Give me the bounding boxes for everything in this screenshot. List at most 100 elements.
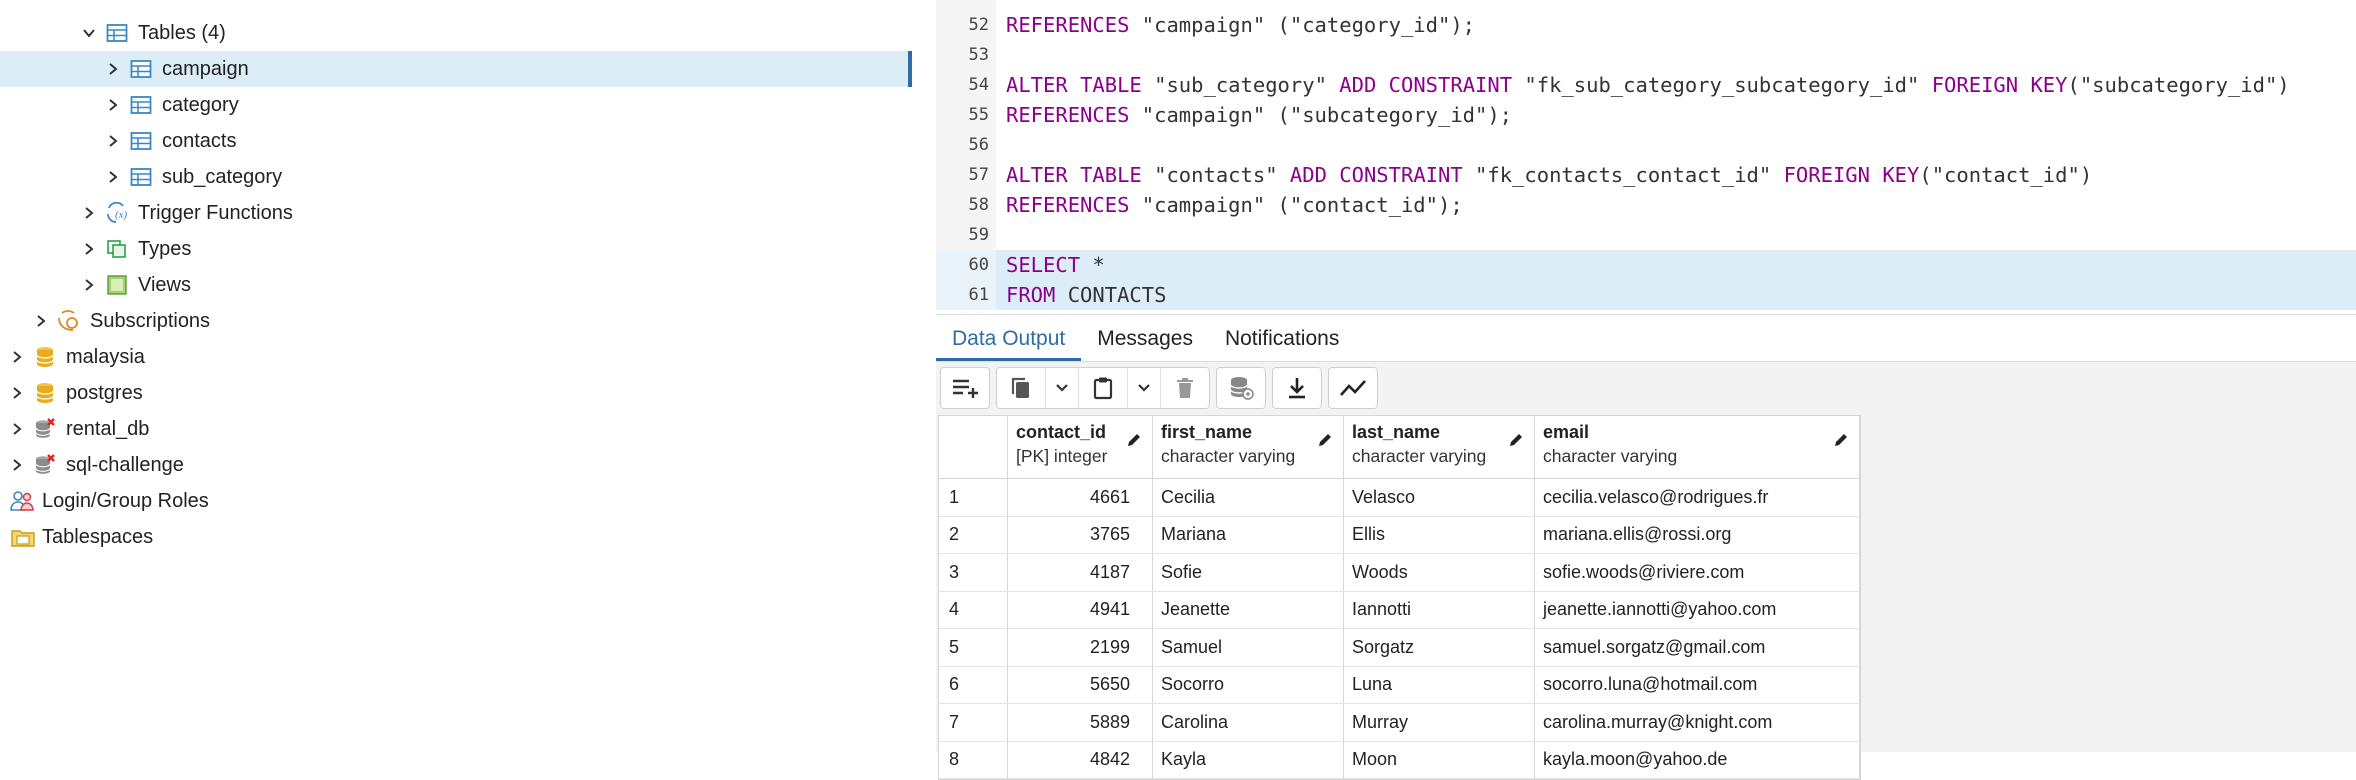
contact-id-cell[interactable]: 4187 bbox=[1007, 553, 1153, 592]
table-row[interactable]: 2 3765 Mariana Ellis mariana.ellis@rossi.org bbox=[939, 516, 1860, 554]
delete-button[interactable] bbox=[1161, 368, 1209, 408]
tab-notifications[interactable]: Notifications bbox=[1209, 317, 1355, 361]
chevron-right-icon[interactable] bbox=[6, 454, 28, 476]
last-name-cell[interactable]: Ellis bbox=[1343, 516, 1535, 554]
contact-id-cell[interactable]: 2199 bbox=[1007, 628, 1153, 667]
email-cell[interactable]: jeanette.iannotti@yahoo.com bbox=[1534, 591, 1860, 629]
row-number-cell[interactable]: 2 bbox=[939, 516, 1008, 554]
contact-id-cell[interactable]: 3765 bbox=[1007, 516, 1153, 554]
tree-item-subscriptions[interactable]: Subscriptions bbox=[0, 303, 912, 339]
tree-item-campaign[interactable]: campaign bbox=[0, 51, 912, 87]
tab-messages[interactable]: Messages bbox=[1081, 317, 1209, 361]
code-line-58[interactable]: 58 REFERENCES "campaign" ("contact_id"); bbox=[936, 190, 2356, 220]
copy-button[interactable] bbox=[997, 368, 1046, 408]
first-name-cell[interactable]: Mariana bbox=[1152, 516, 1344, 554]
row-number-cell[interactable]: 4 bbox=[939, 591, 1008, 629]
contact-id-cell[interactable]: 5889 bbox=[1007, 703, 1153, 742]
email-cell[interactable]: samuel.sorgatz@gmail.com bbox=[1534, 628, 1860, 667]
contact-id-cell[interactable]: 4842 bbox=[1007, 741, 1153, 779]
tree-item-sub-category[interactable]: sub_category bbox=[0, 159, 912, 195]
chevron-right-icon[interactable] bbox=[102, 58, 124, 80]
first-name-cell[interactable]: Sofie bbox=[1152, 553, 1344, 592]
table-row[interactable]: 4 4941 Jeanette Iannotti jeanette.iannotti@y… bbox=[939, 591, 1860, 629]
panel-splitter[interactable] bbox=[912, 0, 937, 751]
tree-item-types[interactable]: Types bbox=[0, 231, 912, 267]
tree-item-category[interactable]: category bbox=[0, 87, 912, 123]
code-line-54[interactable]: 54 ALTER TABLE "sub_category" ADD CONSTRA… bbox=[936, 70, 2356, 100]
row-number-cell[interactable]: 6 bbox=[939, 666, 1008, 704]
contact-id-cell[interactable]: 5650 bbox=[1007, 666, 1153, 704]
graph-visualiser-button[interactable] bbox=[1329, 368, 1377, 408]
code-line-60[interactable]: 60 SELECT * bbox=[936, 250, 2356, 280]
first-name-cell[interactable]: Cecilia bbox=[1152, 478, 1344, 517]
email-cell[interactable]: mariana.ellis@rossi.org bbox=[1534, 516, 1860, 554]
table-row[interactable]: 1 4661 Cecilia Velasco cecilia.velasco@rodri… bbox=[939, 478, 1860, 517]
first-name-cell[interactable]: Samuel bbox=[1152, 628, 1344, 667]
chevron-right-icon[interactable] bbox=[6, 346, 28, 368]
last-name-cell[interactable]: Iannotti bbox=[1343, 591, 1535, 629]
first-name-cell[interactable]: Socorro bbox=[1152, 666, 1344, 704]
last-name-cell[interactable]: Velasco bbox=[1343, 478, 1535, 517]
last-name-cell[interactable]: Sorgatz bbox=[1343, 628, 1535, 667]
contact-id-cell[interactable]: 4941 bbox=[1007, 591, 1153, 629]
row-number-cell[interactable]: 8 bbox=[939, 741, 1008, 779]
tree-item-tablespaces[interactable]: Tablespaces bbox=[0, 519, 912, 555]
table-row[interactable]: 3 4187 Sofie Woods sofie.woods@riviere.com bbox=[939, 553, 1860, 592]
code-line-53[interactable]: 53 bbox=[936, 40, 2356, 70]
tree-item-views[interactable]: Views bbox=[0, 267, 912, 303]
pencil-icon[interactable] bbox=[1317, 432, 1333, 448]
last-name-cell[interactable]: Luna bbox=[1343, 666, 1535, 704]
add-row-button[interactable] bbox=[941, 368, 989, 408]
save-data-button[interactable] bbox=[1217, 368, 1265, 408]
chevron-right-icon[interactable] bbox=[102, 94, 124, 116]
tree-item-postgres[interactable]: postgres bbox=[0, 375, 912, 411]
chevron-right-icon[interactable] bbox=[102, 130, 124, 152]
email-cell[interactable]: carolina.murray@knight.com bbox=[1534, 703, 1860, 742]
paste-button[interactable] bbox=[1079, 368, 1128, 408]
code-line-56[interactable]: 56 bbox=[936, 130, 2356, 160]
tree-item-malaysia[interactable]: malaysia bbox=[0, 339, 912, 375]
row-number-cell[interactable]: 3 bbox=[939, 553, 1008, 592]
email-cell[interactable]: sofie.woods@riviere.com bbox=[1534, 553, 1860, 592]
tab-data-output[interactable]: Data Output bbox=[936, 317, 1082, 361]
first-name-cell[interactable]: Carolina bbox=[1152, 703, 1344, 742]
chevron-right-icon[interactable] bbox=[6, 418, 28, 440]
table-row[interactable]: 7 5889 Carolina Murray carolina.murray@knigh… bbox=[939, 703, 1860, 742]
last-name-cell[interactable]: Woods bbox=[1343, 553, 1535, 592]
tree-item-login-group-roles[interactable]: Login/Group Roles bbox=[0, 483, 912, 519]
pencil-icon[interactable] bbox=[1833, 432, 1849, 448]
row-number-cell[interactable]: 7 bbox=[939, 703, 1008, 742]
code-line-52[interactable]: 52 REFERENCES "campaign" ("category_id"); bbox=[936, 10, 2356, 40]
row-number-cell[interactable]: 1 bbox=[939, 478, 1008, 517]
contact-id-cell[interactable]: 4661 bbox=[1007, 478, 1153, 517]
chevron-down-icon[interactable] bbox=[78, 22, 100, 44]
tree-item-contacts[interactable]: contacts bbox=[0, 123, 912, 159]
tree-item-trigger-functions[interactable]: (x) Trigger Functions bbox=[0, 195, 912, 231]
table-row[interactable]: 6 5650 Socorro Luna socorro.luna@hotmail.com bbox=[939, 666, 1860, 704]
tree-item-sql-challenge[interactable]: sql-challenge bbox=[0, 447, 912, 483]
pencil-icon[interactable] bbox=[1126, 432, 1142, 448]
download-button[interactable] bbox=[1273, 368, 1321, 408]
chevron-right-icon[interactable] bbox=[78, 238, 100, 260]
paste-options-button[interactable] bbox=[1128, 368, 1161, 408]
last-name-cell[interactable]: Moon bbox=[1343, 741, 1535, 779]
chevron-right-icon[interactable] bbox=[78, 202, 100, 224]
code-line-61[interactable]: 61 FROM CONTACTS bbox=[936, 280, 2356, 310]
row-number-cell[interactable]: 5 bbox=[939, 628, 1008, 667]
column-header-contact-id[interactable]: contact_id [PK] integer bbox=[1007, 416, 1153, 479]
tree-item-tables-4[interactable]: Tables (4) bbox=[0, 15, 912, 51]
chevron-right-icon[interactable] bbox=[78, 274, 100, 296]
chevron-right-icon[interactable] bbox=[30, 310, 52, 332]
table-row[interactable]: 5 2199 Samuel Sorgatz samuel.sorgatz@gmail.c… bbox=[939, 628, 1860, 667]
code-line-55[interactable]: 55 REFERENCES "campaign" ("subcategory_id… bbox=[936, 100, 2356, 130]
email-cell[interactable]: kayla.moon@yahoo.de bbox=[1534, 741, 1860, 779]
email-cell[interactable]: socorro.luna@hotmail.com bbox=[1534, 666, 1860, 704]
query-editor[interactable]: 52 REFERENCES "campaign" ("category_id");… bbox=[936, 0, 2356, 314]
table-row[interactable]: 8 4842 Kayla Moon kayla.moon@yahoo.de bbox=[939, 741, 1860, 779]
chevron-right-icon[interactable] bbox=[102, 166, 124, 188]
copy-options-button[interactable] bbox=[1046, 368, 1079, 408]
code-line-57[interactable]: 57 ALTER TABLE "contacts" ADD CONSTRAINT … bbox=[936, 160, 2356, 190]
email-cell[interactable]: cecilia.velasco@rodrigues.fr bbox=[1534, 478, 1860, 517]
column-header-email[interactable]: email character varying bbox=[1534, 416, 1860, 479]
code-line-59[interactable]: 59 bbox=[936, 220, 2356, 250]
